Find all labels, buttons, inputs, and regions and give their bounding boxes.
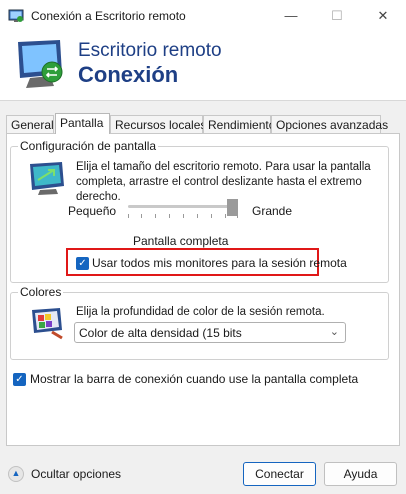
- chevron-up-icon[interactable]: ▲: [8, 466, 24, 482]
- slider-max-label: Grande: [252, 204, 293, 218]
- slider-ticks: [128, 214, 238, 218]
- colors-description: Elija la profundidad de color de la sesi…: [76, 306, 325, 318]
- use-all-monitors-checkbox[interactable]: ✓: [76, 257, 89, 270]
- display-config-legend: Configuración de pantalla: [18, 139, 159, 153]
- minimize-button[interactable]: —: [268, 0, 314, 32]
- monitor-icon: [30, 162, 64, 195]
- banner-title: Conexión: [78, 62, 179, 87]
- chevron-down-icon: ⌄: [329, 326, 339, 338]
- remote-desktop-logo-icon: [18, 40, 63, 88]
- window-title: Conexión a Escritorio remoto: [31, 9, 186, 23]
- display-size-slider-track[interactable]: [128, 205, 238, 208]
- color-palette-icon: [32, 308, 63, 340]
- title-bar: Conexión a Escritorio remoto — ☐ ✕: [0, 0, 406, 32]
- color-depth-selected-value: Color de alta densidad (15 bits: [79, 326, 242, 340]
- display-size-slider-thumb[interactable]: [227, 199, 238, 216]
- slider-min-label: Pequeño: [68, 204, 117, 218]
- color-depth-select[interactable]: Color de alta densidad (15 bits ⌄: [74, 322, 346, 343]
- use-all-monitors-label[interactable]: Usar todos mis monitores para la sesión …: [92, 256, 347, 271]
- connect-button[interactable]: Conectar: [243, 462, 316, 486]
- help-button[interactable]: Ayuda: [324, 462, 397, 486]
- colors-legend: Colores: [18, 285, 64, 299]
- close-button[interactable]: ✕: [360, 0, 406, 32]
- display-description-line2: completa, arrastre el control deslizante…: [76, 176, 362, 203]
- connection-bar-label[interactable]: Mostrar la barra de conexión cuando use …: [30, 372, 358, 387]
- header-banner: Escritorio remoto Conexión: [0, 32, 406, 101]
- display-description-line1: Elija el tamaño del escritorio remoto. P…: [76, 161, 371, 173]
- remote-desktop-app-icon: [8, 9, 24, 22]
- tab-recursos-locales[interactable]: Recursos locales: [110, 115, 206, 133]
- slider-value-label: Pantalla completa: [133, 234, 229, 248]
- connection-bar-checkbox[interactable]: ✓: [13, 373, 26, 386]
- banner-subtitle: Escritorio remoto: [78, 40, 222, 61]
- tab-rendimiento[interactable]: Rendimiento: [203, 115, 275, 133]
- tab-opciones-avanzadas[interactable]: Opciones avanzadas: [271, 115, 388, 133]
- tab-general[interactable]: General: [6, 115, 54, 133]
- maximize-button[interactable]: ☐: [314, 0, 360, 32]
- tab-pantalla[interactable]: Pantalla: [55, 113, 110, 134]
- hide-options-label[interactable]: Ocultar opciones: [31, 467, 121, 482]
